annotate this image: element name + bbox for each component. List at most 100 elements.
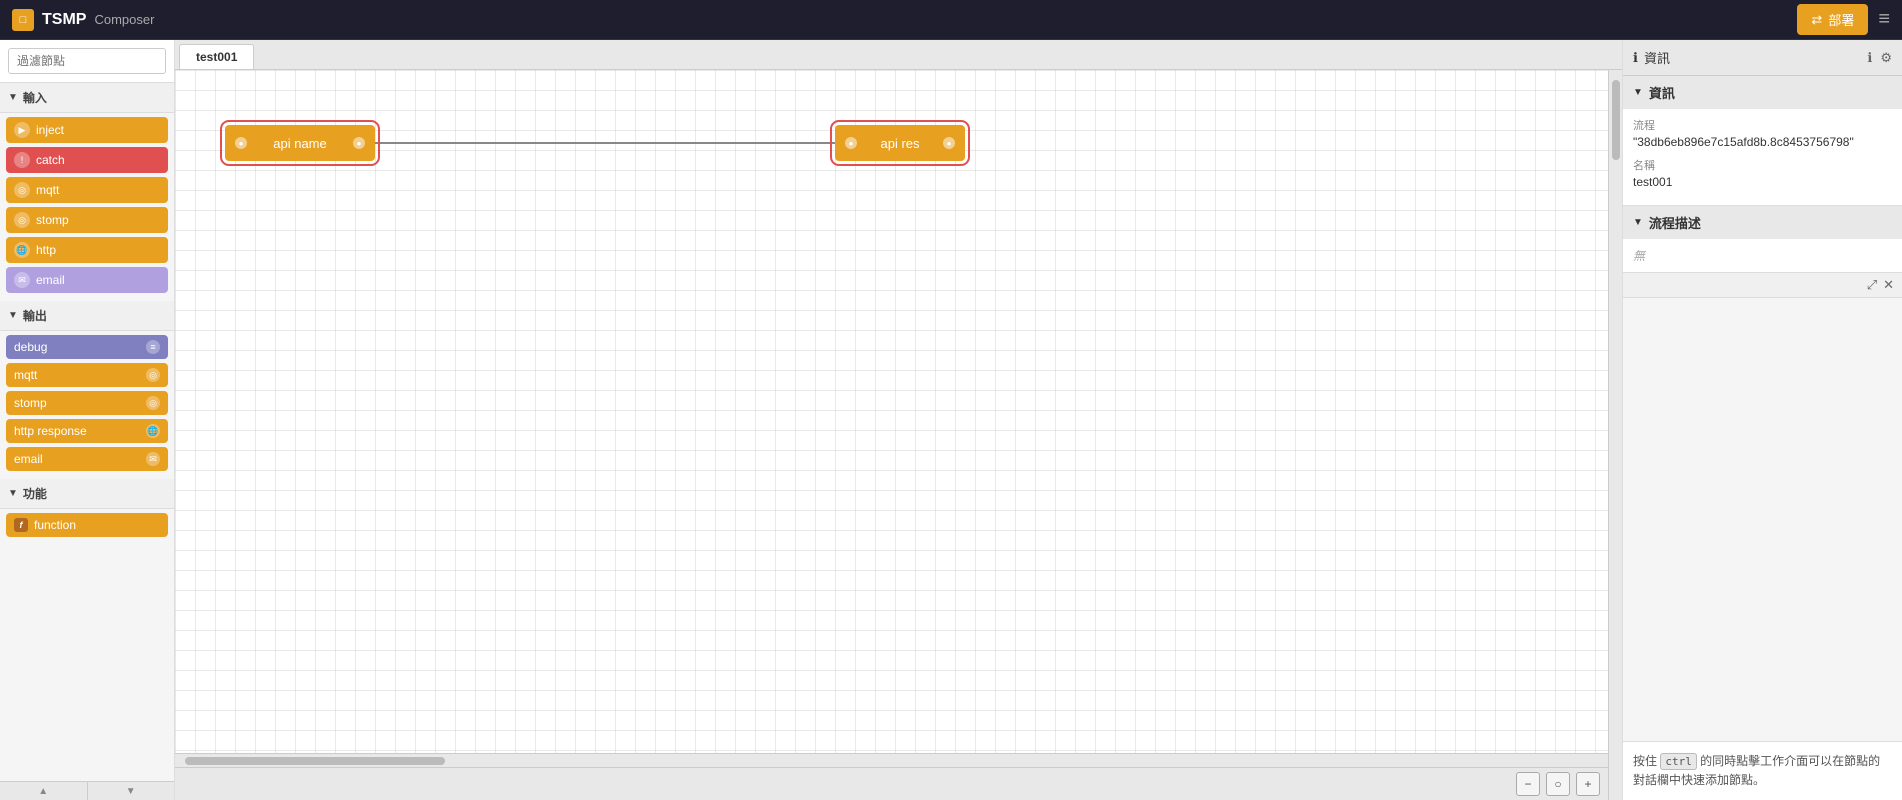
canvas[interactable]: ● api name ● ● api res ● xyxy=(175,70,1608,753)
canvas-inner: ● api name ● ● api res ● xyxy=(175,70,1608,800)
section-output-nodes: debug ≡ mqtt ◎ stomp ◎ http response 🌐 e… xyxy=(0,331,174,479)
api-name-right-port: ● xyxy=(353,137,365,149)
email-out-label: email xyxy=(14,452,43,466)
name-label: 名稱 xyxy=(1633,157,1892,173)
panel-section-info-header[interactable]: ▼ 資訊 xyxy=(1623,76,1902,109)
sidebar-scroll-down[interactable]: ▼ xyxy=(88,782,175,800)
inject-icon-left: ▶ xyxy=(14,122,30,138)
section-output-label: 輸出 xyxy=(23,307,47,324)
mqtt-out-icon-right: ◎ xyxy=(146,368,160,382)
node-http[interactable]: 🌐 http xyxy=(6,237,168,263)
api-name-label: api name xyxy=(247,136,353,151)
http-response-label: http response xyxy=(14,424,87,438)
deploy-icon: ⇄ xyxy=(1811,12,1822,28)
main-layout: ▼ 輸入 ▶ inject ! catch ◎ mqtt ◎ stom xyxy=(0,40,1902,800)
deploy-button[interactable]: ⇄ 部署 xyxy=(1797,4,1868,35)
tab-test001-label: test001 xyxy=(196,50,237,64)
connection-layer xyxy=(175,70,1608,753)
panel-desc-label: 流程描述 xyxy=(1649,213,1701,232)
section-input-arrow: ▼ xyxy=(8,92,18,103)
tab-test001[interactable]: test001 xyxy=(179,44,254,69)
section-function-header[interactable]: ▼ 功能 xyxy=(0,479,174,509)
zoom-in-button[interactable]: + xyxy=(1576,772,1600,796)
ctrl-kbd: ctrl xyxy=(1660,753,1697,770)
zoom-out-button[interactable]: − xyxy=(1516,772,1540,796)
node-stomp-out[interactable]: stomp ◎ xyxy=(6,391,168,415)
http-icon-left: 🌐 xyxy=(14,242,30,258)
info-row-name: 名稱 test001 xyxy=(1633,157,1892,189)
flow-value: "38db6eb896e7c15afd8b.8c8453756798" xyxy=(1633,135,1892,149)
mqtt-out-label: mqtt xyxy=(14,368,37,382)
node-inject[interactable]: ▶ inject xyxy=(6,117,168,143)
node-mqtt-out[interactable]: mqtt ◎ xyxy=(6,363,168,387)
section-input-nodes: ▶ inject ! catch ◎ mqtt ◎ stomp 🌐 htt xyxy=(0,113,174,301)
debug-icon-right: ≡ xyxy=(146,340,160,354)
header: □ TSMP Composer ⇄ 部署 ≡ xyxy=(0,0,1902,40)
catch-label: catch xyxy=(36,153,65,167)
node-function[interactable]: f function xyxy=(6,513,168,537)
header-left: □ TSMP Composer xyxy=(12,9,154,31)
right-panel-header-icons: ℹ ⚙ xyxy=(1867,50,1892,66)
node-debug[interactable]: debug ≡ xyxy=(6,335,168,359)
canvas-wrapper[interactable]: ● api name ● ● api res ● xyxy=(175,70,1608,753)
email-in-label: email xyxy=(36,273,65,287)
panel-info-arrow: ▼ xyxy=(1633,87,1643,98)
section-input-header[interactable]: ▼ 輸入 xyxy=(0,83,174,113)
stomp-in-label: stomp xyxy=(36,213,69,227)
sidebar-content: ▼ 輸入 ▶ inject ! catch ◎ mqtt ◎ stom xyxy=(0,83,174,781)
email-out-icon-right: ✉ xyxy=(146,452,160,466)
flow-label: 流程 xyxy=(1633,117,1892,133)
canvas-hscroll[interactable] xyxy=(175,753,1608,767)
panel-gear-icon[interactable]: ⚙ xyxy=(1880,50,1892,66)
api-res-right-port: ● xyxy=(943,137,955,149)
panel-section-info: ▼ 資訊 流程 "38db6eb896e7c15afd8b.8c84537567… xyxy=(1623,76,1902,206)
node-stomp-in[interactable]: ◎ stomp xyxy=(6,207,168,233)
catch-icon-left: ! xyxy=(14,152,30,168)
panel-bottom-actions: ⤢ ✕ xyxy=(1623,273,1902,298)
section-function-arrow: ▼ xyxy=(8,488,18,499)
mqtt-in-label: mqtt xyxy=(36,183,59,197)
panel-info-label: 資訊 xyxy=(1649,83,1675,102)
menu-button[interactable]: ≡ xyxy=(1878,8,1890,31)
canvas-bottom-toolbar: − ○ + xyxy=(175,767,1608,800)
logo-icon: □ xyxy=(12,9,34,31)
canvas-area: test001 ● api name xyxy=(175,40,1622,800)
node-catch[interactable]: ! catch xyxy=(6,147,168,173)
section-output-header[interactable]: ▼ 輸出 xyxy=(0,301,174,331)
sidebar-scroll-buttons: ▲ ▼ xyxy=(0,781,174,800)
search-box xyxy=(0,40,174,83)
panel-close-icon[interactable]: ✕ xyxy=(1883,277,1894,293)
canvas-vscroll-thumb[interactable] xyxy=(1612,80,1620,160)
panel-info-icon[interactable]: ℹ xyxy=(1867,50,1872,66)
http-response-icon-right: 🌐 xyxy=(146,424,160,438)
canvas-vscroll[interactable] xyxy=(1608,70,1622,800)
zoom-reset-button[interactable]: ○ xyxy=(1546,772,1570,796)
sidebar-scroll-up[interactable]: ▲ xyxy=(0,782,88,800)
panel-section-description: ▼ 流程描述 無 xyxy=(1623,206,1902,273)
app-subtitle: Composer xyxy=(94,12,154,27)
canvas-hscroll-thumb[interactable] xyxy=(185,757,445,765)
description-value: 無 xyxy=(1633,249,1645,263)
panel-section-desc-header[interactable]: ▼ 流程描述 xyxy=(1623,206,1902,239)
stomp-in-icon-left: ◎ xyxy=(14,212,30,228)
panel-desc-arrow: ▼ xyxy=(1633,217,1643,228)
node-http-response[interactable]: http response 🌐 xyxy=(6,419,168,443)
search-input[interactable] xyxy=(8,48,166,74)
node-email-in[interactable]: ✉ email xyxy=(6,267,168,293)
node-mqtt-in[interactable]: ◎ mqtt xyxy=(6,177,168,203)
stomp-out-label: stomp xyxy=(14,396,47,410)
canvas-node-api-name[interactable]: ● api name ● xyxy=(225,125,375,161)
section-input-label: 輸入 xyxy=(23,89,47,106)
function-icon-left: f xyxy=(14,518,28,532)
right-panel-content: ▼ 資訊 流程 "38db6eb896e7c15afd8b.8c84537567… xyxy=(1623,76,1902,741)
api-res-left-port: ● xyxy=(845,137,857,149)
panel-info-content: 流程 "38db6eb896e7c15afd8b.8c8453756798" 名… xyxy=(1623,109,1902,205)
email-in-icon-left: ✉ xyxy=(14,272,30,288)
debug-label: debug xyxy=(14,340,47,354)
canvas-node-api-res[interactable]: ● api res ● xyxy=(835,125,965,161)
stomp-out-icon-right: ◎ xyxy=(146,396,160,410)
tabs-bar: test001 xyxy=(175,40,1622,70)
panel-resize-icon[interactable]: ⤢ xyxy=(1867,277,1877,293)
node-email-out[interactable]: email ✉ xyxy=(6,447,168,471)
api-res-label: api res xyxy=(857,136,943,151)
